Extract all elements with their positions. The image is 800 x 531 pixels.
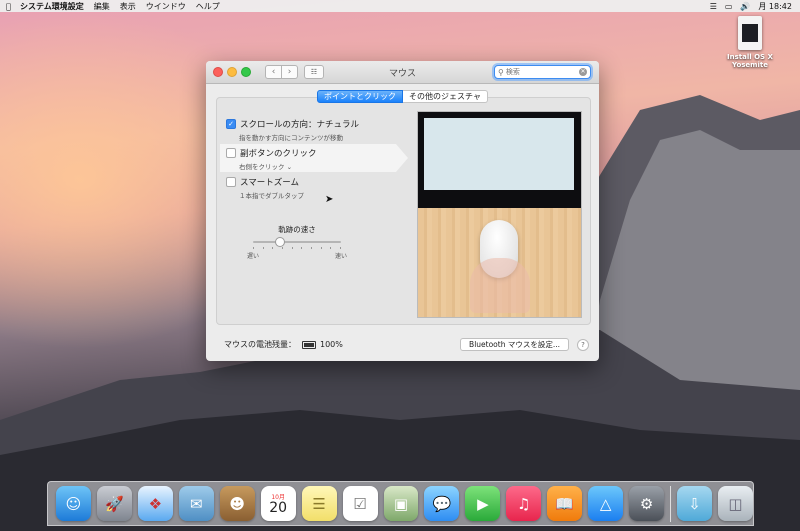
- finder-icon[interactable]: ☺: [56, 486, 91, 521]
- downloads-icon[interactable]: ⇩: [677, 486, 712, 521]
- menu-view[interactable]: 表示: [120, 1, 136, 12]
- search-field[interactable]: ⚲ ✕: [494, 65, 591, 79]
- title-bar[interactable]: ‹ › ☷ マウス ⚲ ✕: [206, 61, 599, 84]
- option-label: スマートズーム: [240, 178, 299, 188]
- desktop-icon-install-os-x[interactable]: Install OS X Yosemite: [722, 16, 778, 69]
- zoom-icon[interactable]: [241, 67, 251, 77]
- menu-extras: ☰ ▭ 🔊 月 18:42: [710, 1, 792, 12]
- wifi-icon[interactable]: ☰: [710, 2, 717, 11]
- show-all-grid-icon[interactable]: ☷: [304, 65, 324, 79]
- launchpad-icon[interactable]: 🚀: [96, 486, 132, 521]
- itunes-icon[interactable]: ♫: [506, 486, 542, 521]
- settings-panel: ✓ スクロールの方向：ナチュラル 指を動かす方向にコンテンツが移動 副ボタンのク…: [216, 97, 591, 325]
- facetime-icon[interactable]: ▶: [465, 486, 501, 521]
- menu-edit[interactable]: 編集: [94, 1, 110, 12]
- dock-separator: [670, 485, 672, 522]
- battery-level-label: マウスの電池残量：: [224, 340, 296, 349]
- mouse-preferences-window: ‹ › ☷ マウス ⚲ ✕ ✓ スクロールの方向：ナチュラル 指を動かす方向にコ…: [206, 61, 599, 361]
- apple-menu-icon[interactable]: : [6, 2, 16, 11]
- mail-icon[interactable]: ✉: [178, 486, 214, 521]
- volume-icon[interactable]: 🔊: [740, 2, 750, 11]
- battery-level-value: 100%: [320, 340, 343, 349]
- reminders-icon[interactable]: ☑: [342, 486, 378, 521]
- photos-icon[interactable]: ▣: [383, 486, 419, 521]
- slider-end-labels: 遅い 速い: [247, 251, 347, 260]
- tab-more-gestures[interactable]: その他のジェスチャ: [403, 90, 488, 103]
- window-footer: マウスの電池残量： 100% Bluetooth マウスを設定... ?: [224, 338, 589, 351]
- calendar-day: 20: [269, 500, 288, 516]
- tracking-speed-slider: 軌跡の速さ 遅い 速い: [247, 224, 347, 260]
- app-store-icon[interactable]: △: [588, 486, 624, 521]
- forward-button[interactable]: ›: [282, 65, 298, 79]
- clear-search-icon[interactable]: ✕: [579, 68, 587, 76]
- preview-screen: [418, 112, 581, 208]
- tab-bar: ポイントとクリック その他のジェスチャ: [206, 90, 599, 103]
- ibooks-icon[interactable]: 📖: [547, 486, 583, 521]
- slider-track[interactable]: [253, 237, 341, 247]
- tracking-speed-label: 軌跡の速さ: [278, 225, 316, 234]
- gesture-preview-video: [417, 111, 582, 318]
- checkbox-icon[interactable]: [226, 177, 236, 187]
- bluetooth-setup-button[interactable]: Bluetooth マウスを設定...: [460, 338, 569, 351]
- option-smart-zoom[interactable]: スマートズーム １本指でダブルタップ: [226, 176, 406, 200]
- messages-icon[interactable]: 💬: [424, 486, 460, 521]
- preview-desk: [418, 208, 581, 317]
- option-description: １本指でダブルタップ: [239, 192, 304, 200]
- minimize-icon[interactable]: [227, 67, 237, 77]
- slider-max-label: 速い: [334, 253, 347, 260]
- option-description[interactable]: 右側をクリック ⌄: [239, 161, 406, 171]
- option-label: 副ボタンのクリック: [240, 149, 317, 159]
- menu-window[interactable]: ウインドウ: [146, 1, 186, 12]
- hand-image: [470, 258, 530, 313]
- menu-help[interactable]: ヘルプ: [196, 1, 220, 12]
- preview-screen-content: [424, 118, 574, 190]
- slider-ticks: [253, 247, 341, 249]
- safari-icon[interactable]: ❖: [137, 486, 173, 521]
- slider-knob[interactable]: [275, 237, 286, 247]
- sd-card-icon: [738, 16, 762, 50]
- battery-icon: [302, 340, 316, 349]
- dock: ☺ 🚀 ❖ ✉ ☻ 10月 20 ☰ ☑ ▣ 💬 ▶ ♫ 📖 △ ⚙ ⇩ ◫: [47, 481, 754, 526]
- window-controls: [213, 67, 251, 77]
- search-input[interactable]: [503, 68, 568, 76]
- option-description: 指を動かす方向にコンテンツが移動: [239, 134, 343, 142]
- tab-point-and-click[interactable]: ポイントとクリック: [317, 90, 404, 103]
- back-button[interactable]: ‹: [265, 65, 282, 79]
- menu-clock[interactable]: 月 18:42: [758, 1, 792, 12]
- slider-min-label: 遅い: [247, 253, 260, 260]
- nav-buttons: ‹ ›: [265, 65, 298, 79]
- desktop-icon-label-1: Install OS X: [727, 53, 773, 61]
- checkbox-icon[interactable]: [226, 148, 236, 158]
- contacts-icon[interactable]: ☻: [219, 486, 255, 521]
- airplay-icon[interactable]: ▭: [725, 2, 733, 11]
- system-preferences-icon[interactable]: ⚙: [629, 486, 665, 521]
- menu-bar:  システム環境設定 編集 表示 ウインドウ ヘルプ ☰ ▭ 🔊 月 18:42: [0, 0, 800, 12]
- checkbox-checked-icon[interactable]: ✓: [226, 119, 236, 129]
- close-icon[interactable]: [213, 67, 223, 77]
- help-button[interactable]: ?: [577, 338, 589, 351]
- option-label: スクロールの方向：ナチュラル: [240, 120, 360, 130]
- mouse-cursor-icon: ➤: [325, 194, 334, 205]
- option-secondary-click[interactable]: 副ボタンのクリック 右側をクリック ⌄: [226, 147, 406, 171]
- option-scroll-direction[interactable]: ✓ スクロールの方向：ナチュラル 指を動かす方向にコンテンツが移動: [226, 118, 406, 142]
- trash-icon[interactable]: ◫: [718, 486, 753, 521]
- menu-app-name[interactable]: システム環境設定: [20, 1, 84, 12]
- notes-icon[interactable]: ☰: [301, 486, 337, 521]
- desktop-icon-label-2: Yosemite: [732, 61, 768, 69]
- calendar-icon[interactable]: 10月 20: [260, 486, 296, 521]
